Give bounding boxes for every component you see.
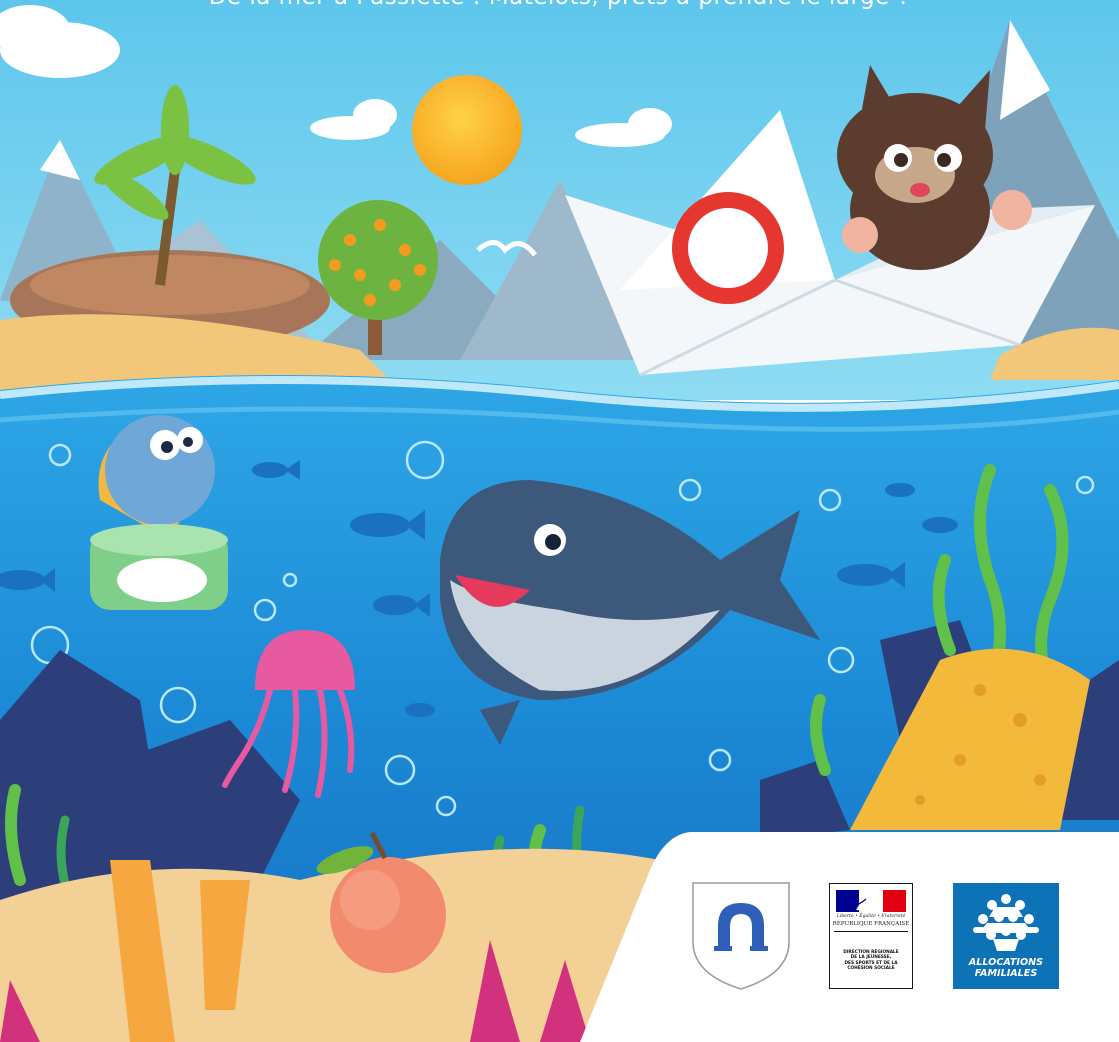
rf-motto: Liberté • Égalité • Fraternité (836, 914, 906, 919)
caf-line-1: ALLOCATIONS (968, 957, 1044, 968)
rf-divider (834, 931, 908, 932)
caf-logo: ALLOCATIONS FAMILIALES (953, 883, 1059, 989)
republique-francaise-logo: Liberté • Égalité • Fraternité RÉPUBLIQU… (829, 883, 913, 989)
tagline: De la mer à l'assiette : Matelots, prêts… (0, 0, 1119, 10)
rf-department: DIRECTION RÉGIONALE DE LA JEUNESSE, DES … (843, 950, 899, 972)
caf-line-2: FAMILIALES (974, 967, 1038, 979)
marianne-flag-icon (836, 890, 906, 912)
poster: De la mer à l'assiette : Matelots, prêts… (0, 0, 1119, 1042)
sun (412, 75, 522, 185)
rf-name: RÉPUBLIQUE FRANÇAISE (832, 921, 910, 927)
marseille-coat-of-arms (692, 882, 790, 990)
caf-wordmark: ALLOCATIONS FAMILIALES (953, 957, 1059, 979)
partner-logos: Liberté • Égalité • Fraternité RÉPUBLIQU… (600, 832, 1119, 1042)
